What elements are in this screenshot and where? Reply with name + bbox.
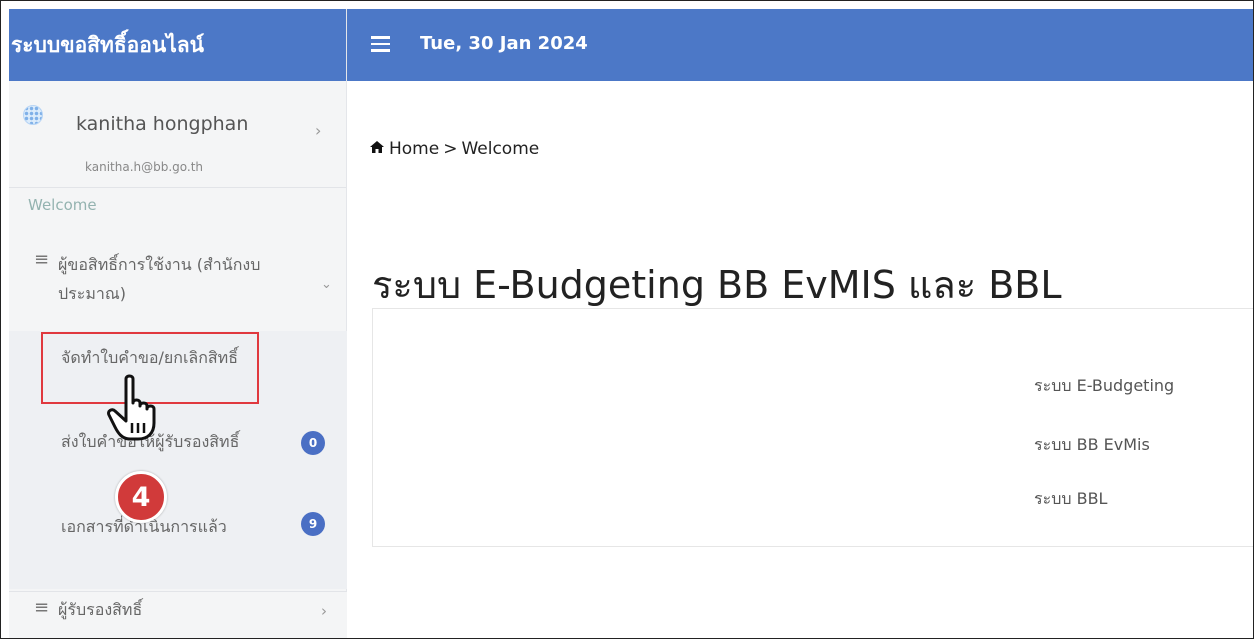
step-number-badge: 4 [115,471,167,523]
sidebar-group-approver[interactable]: ≡ ผู้รับรองสิทธิ์ › [9,591,347,638]
count-badge: 0 [301,431,325,455]
chevron-right-icon[interactable]: › [315,121,321,140]
sidebar-item-completed-docs[interactable]: เอกสารที่ดำเนินการแล้ว [61,514,281,539]
user-name: kanitha hongphan [76,113,249,135]
sidebar-group-label: ผู้รับรองสิทธิ์ [58,600,143,619]
hamburger-icon[interactable] [371,36,390,52]
sidebar-group-requester[interactable]: ≡ ผู้ขอสิทธิ์การใช้งาน (สำนักงบประมาณ) ⌄ [9,239,347,331]
system-link-evmis[interactable]: ระบบ BB EvMis [1034,433,1150,458]
topbar: Tue, 30 Jan 2024 [347,9,1253,81]
breadcrumb-separator: > [443,139,458,159]
avatar [23,105,43,125]
list-icon: ≡ [34,249,50,270]
hand-pointer-icon [107,374,156,441]
count-badge: 9 [301,512,325,536]
sidebar-item-welcome[interactable]: Welcome [28,196,97,214]
page-title: ระบบ E-Budgeting BB EvMIS และ BBL [372,263,1062,307]
sidebar-group-label: ผู้ขอสิทธิ์การใช้งาน (สำนักงบประมาณ) [58,255,261,303]
user-email: kanitha.h@bb.go.th [85,160,204,174]
system-link-ebudgeting[interactable]: ระบบ E-Budgeting [1034,374,1174,399]
breadcrumb-home[interactable]: Home [389,139,439,159]
breadcrumb-current: Welcome [461,139,540,159]
current-date: Tue, 30 Jan 2024 [420,33,588,54]
user-panel[interactable]: kanitha hongphan kanitha.h@bb.go.th › [9,81,346,188]
app-title: ระบบขอสิทธิ์ออนไลน์ [9,9,346,81]
screen-frame: ระบบขอสิทธิ์ออนไลน์ kanitha hongphan kan… [0,0,1254,639]
chevron-down-icon[interactable]: ⌄ [321,277,332,292]
systems-card: ระบบ E-Budgeting ระบบ BB EvMis ระบบ BBL [372,308,1253,547]
home-icon[interactable] [369,140,385,158]
breadcrumb: Home > Welcome [369,139,539,159]
chevron-right-icon[interactable]: › [321,602,327,620]
system-link-bbl[interactable]: ระบบ BBL [1034,487,1107,512]
list-icon: ≡ [34,597,50,618]
